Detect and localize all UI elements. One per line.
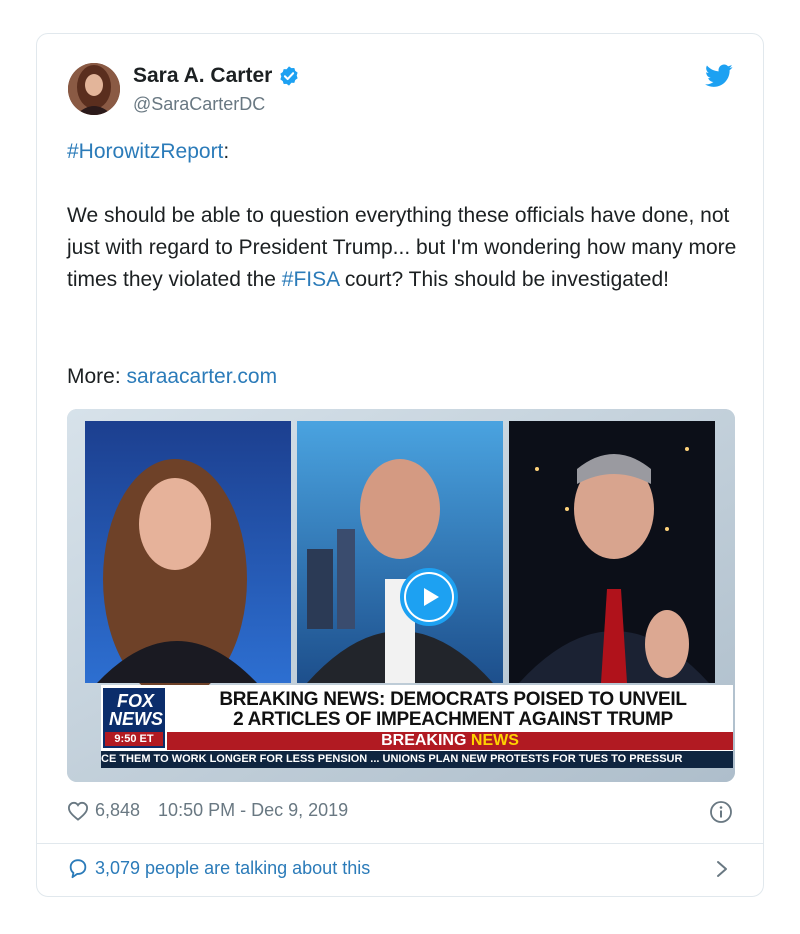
conversation-count-label[interactable]: 3,079 people are talking about this <box>95 858 370 879</box>
chyron-headline-line1: BREAKING NEWS: DEMOCRATS POISED TO UNVEI… <box>219 689 687 710</box>
verified-badge-icon <box>280 66 298 86</box>
news-ticker: CE THEM TO WORK LONGER FOR LESS PENSION … <box>101 751 733 768</box>
tweet-body: We should be able to question everything… <box>67 200 747 296</box>
play-icon <box>424 588 439 606</box>
breaking-word2: NEWS <box>470 732 519 749</box>
author-name[interactable]: Sara A. Carter <box>133 64 272 88</box>
chyron-headline-line2: 2 ARTICLES OF IMPEACHMENT AGAINST TRUMP <box>233 709 673 730</box>
tweet-meta: 6,848 10:50 PM - Dec 9, 2019 <box>67 800 348 821</box>
tweet-card: Sara A. Carter @SaraCarterDC #HorowitzRe… <box>36 33 764 897</box>
footer-divider <box>37 843 763 844</box>
twitter-bird-icon[interactable] <box>705 64 733 88</box>
info-icon[interactable] <box>709 800 733 824</box>
play-button[interactable] <box>400 568 458 626</box>
like-count[interactable]: 6,848 <box>95 800 140 821</box>
tweet-body-part2: court? This should be investigated! <box>338 268 669 291</box>
logo-clock: 9:50 ET <box>105 732 163 746</box>
chevron-right-icon[interactable] <box>715 859 729 879</box>
more-link[interactable]: saraacarter.com <box>127 365 278 388</box>
heart-icon[interactable] <box>67 801 89 821</box>
author-name-row[interactable]: Sara A. Carter <box>133 64 300 88</box>
fox-news-logo: FOX NEWS 9:50 ET <box>103 688 165 748</box>
breaking-news-bar: BREAKING NEWS <box>167 732 733 750</box>
author-handle[interactable]: @SaraCarterDC <box>133 94 265 115</box>
tweet-timestamp[interactable]: 10:50 PM - Dec 9, 2019 <box>158 800 348 821</box>
avatar[interactable] <box>68 63 120 115</box>
tweet-hashtag-line: #HorowitzReport: <box>67 136 747 168</box>
logo-line2: NEWS <box>109 709 163 729</box>
hashtag-fisa-link[interactable]: #FISA <box>282 268 339 291</box>
breaking-word1: BREAKING <box>381 732 467 749</box>
more-label: More: <box>67 365 127 388</box>
video-thumbnail[interactable]: FOX NEWS 9:50 ET BREAKING NEWS: DEMOCRAT… <box>67 409 735 782</box>
speech-bubble-icon <box>69 859 87 879</box>
hashtag-suffix: : <box>223 140 230 163</box>
conversation-link[interactable]: 3,079 people are talking about this <box>67 857 370 879</box>
hashtag-horowitz-link[interactable]: #HorowitzReport <box>67 140 223 163</box>
tweet-more-line: More: saraacarter.com <box>67 361 747 393</box>
